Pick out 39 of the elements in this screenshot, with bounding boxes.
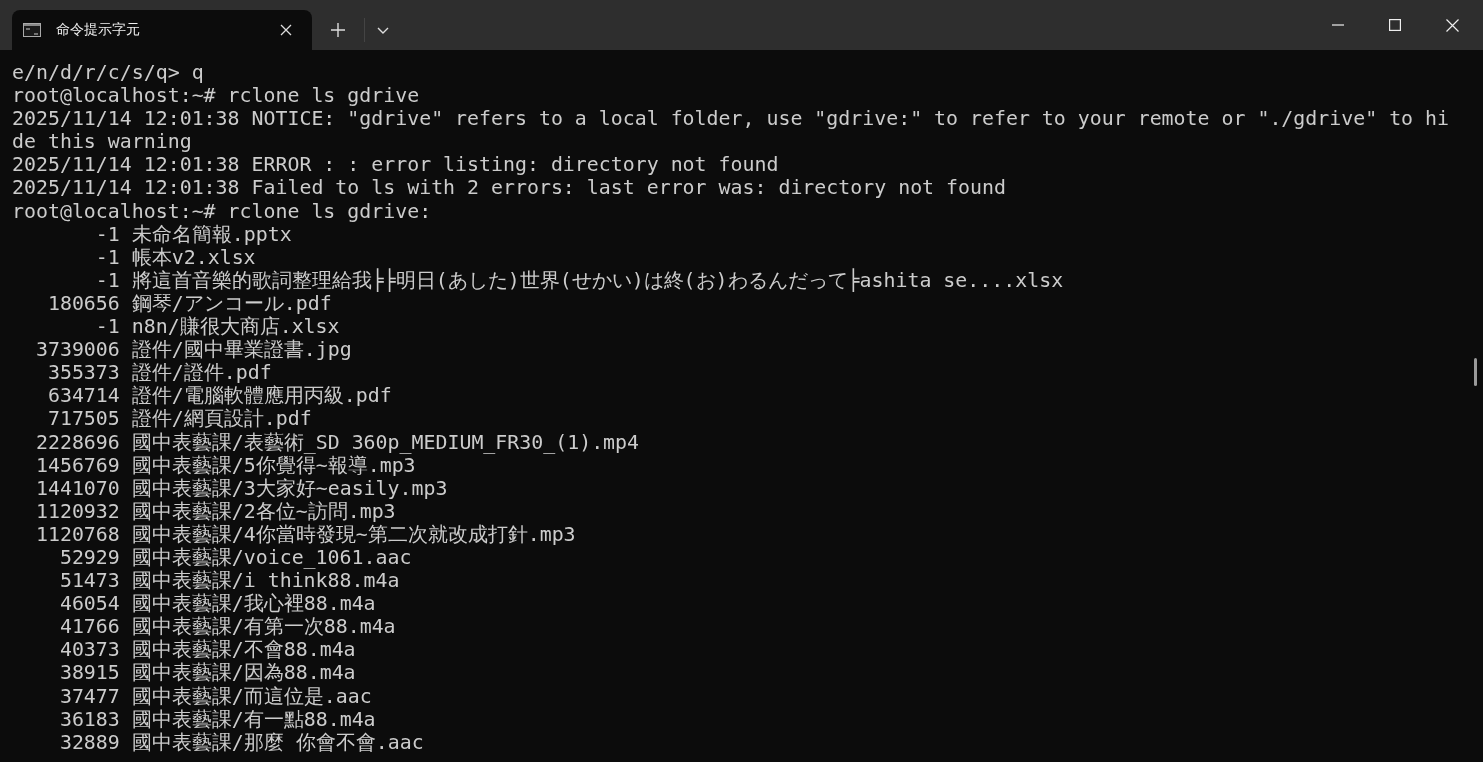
terminal-line: 1120768 國中表藝課/4你當時發現~第二次就改成打針.mp3 <box>34 522 576 546</box>
terminal-line: 41766 國中表藝課/有第一次88.m4a <box>58 615 396 639</box>
terminal-line: 46054 國中表藝課/我心裡88.m4a <box>58 592 376 616</box>
terminal-line: 36183 國中表藝課/有一點88.m4a <box>58 707 376 731</box>
maximize-icon[interactable] <box>1389 19 1401 31</box>
terminal-line: 717505 證件/網頁設計.pdf <box>46 407 312 431</box>
terminal-line: -1 將這首音樂的歌詞整理給我╞╞明日(あした)世界(せかい)は終(お)わるんだって╞ashita se....xlsx <box>94 268 1064 292</box>
terminal-line: 634714 證件/電腦軟體應用丙級.pdf <box>46 384 392 408</box>
terminal-line: root@localhost:~# rclone ls gdrive <box>12 84 420 108</box>
terminal-line: 38915 國中表藝課/因為88.m4a <box>58 661 356 685</box>
terminal-line: 1120932 國中表藝課/2各位~訪問.mp3 <box>34 499 396 523</box>
terminal-line: 180656 鋼琴/アンコール.pdf <box>46 291 332 316</box>
terminal-line: 2025/11/14 12:01:38 NOTICE: "gdrive" refers to a local folder, use "gdrive:" to refer to your remote or "./gdrive" to hi <box>12 107 1450 131</box>
terminal-line: 1456769 國中表藝課/5你覺得~報導.mp3 <box>34 453 416 477</box>
terminal-line: 32889 國中表藝課/那麼 你會不會.aac <box>58 730 424 754</box>
scrollbar-thumb[interactable] <box>1474 358 1477 386</box>
terminal-line: 37477 國中表藝課/而這位是.aac <box>58 684 372 708</box>
close-icon[interactable] <box>1446 18 1459 32</box>
terminal-line: 2025/11/14 12:01:38 Failed to ls with 2 errors: last error was: directory not found <box>12 176 1006 200</box>
new-tab-icon[interactable] <box>331 23 345 37</box>
terminal-line: 1441070 國中表藝課/3大家好~easily.mp3 <box>34 476 448 500</box>
terminal-line: 3739006 證件/國中畢業證書.jpg <box>34 338 352 362</box>
terminal-line: 52929 國中表藝課/voice_1061.aac <box>58 545 412 570</box>
dropdown-icon[interactable] <box>377 26 389 34</box>
tab[interactable]: 命令提示字元 <box>12 10 312 50</box>
tab-title: 命令提示字元 <box>56 21 141 39</box>
terminal-line: -1 帳本v2.xlsx <box>94 245 256 269</box>
terminal-line: 355373 證件/證件.pdf <box>46 361 272 385</box>
terminal-line: 2025/11/14 12:01:38 ERROR : : error listing: directory not found <box>12 153 779 177</box>
terminal-line: 51473 國中表藝課/i think88.m4a <box>58 569 400 593</box>
terminal-line: root@localhost:~# rclone ls gdrive: <box>12 199 432 223</box>
terminal-icon <box>23 23 41 37</box>
terminal-line: 40373 國中表藝課/不會88.m4a <box>58 638 356 662</box>
terminal-line: de this warning <box>12 130 192 154</box>
close-icon[interactable] <box>280 24 292 36</box>
terminal-line: e/n/d/r/c/s/q> q <box>12 61 204 85</box>
terminal-line: 2228696 國中表藝課/表藝術_SD 360p_MEDIUM_FR30_(1).mp4 <box>34 430 640 454</box>
terminal-line: -1 n8n/賺很大商店.xlsx <box>94 315 340 339</box>
terminal-line: -1 未命名簡報.pptx <box>94 222 292 246</box>
